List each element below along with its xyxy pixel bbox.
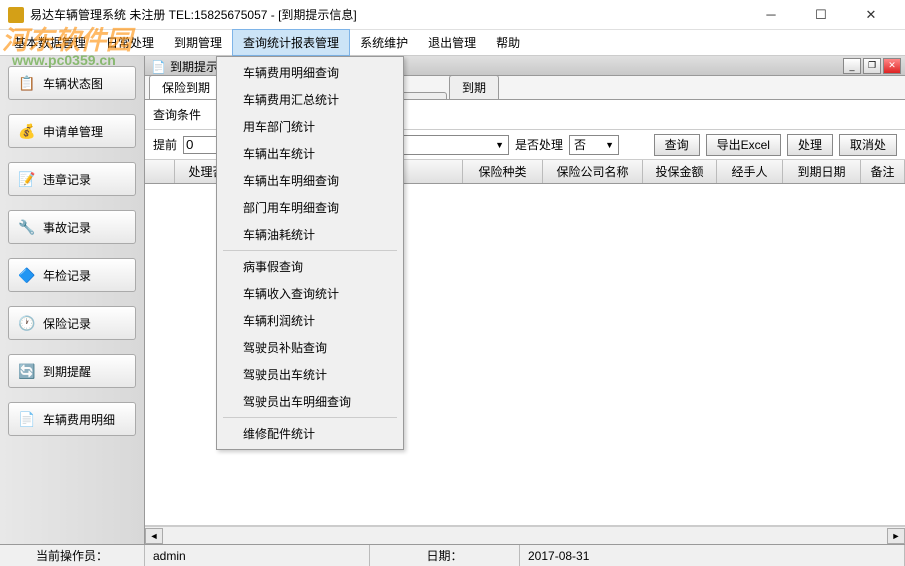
process-button[interactable]: 处理: [787, 134, 833, 156]
menu-vehicle-dispatch-detail[interactable]: 车辆出车明细查询: [219, 167, 401, 194]
menu-sick-leave[interactable]: 病事假查询: [219, 253, 401, 280]
note-icon: 📝: [17, 169, 37, 189]
query-button[interactable]: 查询: [654, 134, 700, 156]
menu-driver-dispatch-detail[interactable]: 驾驶员出车明细查询: [219, 388, 401, 415]
close-button[interactable]: ✕: [855, 3, 887, 27]
sidebar-inspection[interactable]: 🔷年检记录: [8, 258, 136, 292]
menu-report-mgmt[interactable]: 查询统计报表管理: [232, 29, 350, 56]
menu-fuel-stats[interactable]: 车辆油耗统计: [219, 221, 401, 248]
clock-icon: 🕐: [17, 313, 37, 333]
child-window-title: 📄 到期提示: [151, 58, 218, 75]
sidebar: 📋车辆状态图 💰申请单管理 📝违章记录 🔧事故记录 🔷年检记录 🕐保险记录 🔄到…: [0, 56, 145, 544]
handled-combo[interactable]: 否▼: [569, 135, 619, 155]
mdi-minimize[interactable]: _: [843, 58, 861, 74]
chevron-down-icon: ▼: [605, 140, 614, 150]
operator-value: admin: [145, 545, 370, 566]
mdi-close[interactable]: ✕: [883, 58, 901, 74]
date-value: 2017-08-31: [520, 545, 905, 566]
sidebar-violation[interactable]: 📝违章记录: [8, 162, 136, 196]
app-icon: [8, 7, 24, 23]
doc-icon: 📄: [17, 409, 37, 429]
menu-vehicle-cost-detail[interactable]: 车辆费用明细查询: [219, 59, 401, 86]
statusbar: 当前操作员： admin 日期： 2017-08-31: [0, 544, 905, 566]
menu-driver-subsidy[interactable]: 驾驶员补贴查询: [219, 334, 401, 361]
advance-label: 提前: [153, 136, 177, 153]
scroll-right-icon[interactable]: ►: [887, 528, 905, 544]
menubar: 基本数据管理 日常处理 到期管理 查询统计报表管理 系统维护 退出管理 帮助: [0, 30, 905, 56]
menu-driver-dispatch-stats[interactable]: 驾驶员出车统计: [219, 361, 401, 388]
th-company[interactable]: 保险公司名称: [543, 160, 643, 183]
export-button[interactable]: 导出Excel: [706, 134, 781, 156]
menu-expiry[interactable]: 到期管理: [164, 30, 232, 55]
th-amount[interactable]: 投保金额: [643, 160, 717, 183]
date-label: 日期：: [370, 545, 520, 566]
minimize-button[interactable]: ─: [755, 3, 787, 27]
menu-daily-process[interactable]: 日常处理: [96, 30, 164, 55]
dropdown-menu: 车辆费用明细查询 车辆费用汇总统计 用车部门统计 车辆出车统计 车辆出车明细查询…: [216, 56, 404, 450]
cancel-button[interactable]: 取消处: [839, 134, 897, 156]
maximize-button[interactable]: ☐: [805, 3, 837, 27]
menu-basic-data[interactable]: 基本数据管理: [4, 30, 96, 55]
menu-vehicle-dispatch-stats[interactable]: 车辆出车统计: [219, 140, 401, 167]
window-title: 易达车辆管理系统 未注册 TEL:15825675057 - [到期提示信息]: [30, 6, 357, 23]
sidebar-reminder[interactable]: 🔄到期提醒: [8, 354, 136, 388]
th-type[interactable]: 保险种类: [463, 160, 543, 183]
th-expiry[interactable]: 到期日期: [783, 160, 861, 183]
refresh-icon: 🔄: [17, 361, 37, 381]
handled-label: 是否处理: [515, 136, 563, 153]
tab-expiry[interactable]: 到期: [449, 75, 499, 99]
menu-income-stats[interactable]: 车辆收入查询统计: [219, 280, 401, 307]
folder-icon: 📋: [17, 73, 37, 93]
sidebar-application[interactable]: 💰申请单管理: [8, 114, 136, 148]
chevron-down-icon: ▼: [495, 140, 504, 150]
menu-dept-stats[interactable]: 用车部门统计: [219, 113, 401, 140]
menu-repair-parts[interactable]: 维修配件统计: [219, 420, 401, 447]
th-check[interactable]: [145, 160, 175, 183]
th-remark[interactable]: 备注: [861, 160, 905, 183]
mdi-restore[interactable]: ❐: [863, 58, 881, 74]
menu-exit[interactable]: 退出管理: [418, 30, 486, 55]
horizontal-scrollbar[interactable]: ◄ ►: [145, 526, 905, 544]
doc-icon: 📄: [151, 60, 166, 74]
operator-label: 当前操作员：: [0, 545, 145, 566]
menu-profit-stats[interactable]: 车辆利润统计: [219, 307, 401, 334]
tab-insurance-expiry[interactable]: 保险到期: [149, 75, 223, 99]
th-blank3[interactable]: [399, 160, 463, 183]
menu-system[interactable]: 系统维护: [350, 30, 418, 55]
query-label: 查询条件: [153, 106, 201, 123]
window-controls: ─ ☐ ✕: [755, 3, 897, 27]
wrench-icon: 🔧: [17, 217, 37, 237]
menu-separator: [223, 250, 397, 251]
sidebar-accident[interactable]: 🔧事故记录: [8, 210, 136, 244]
menu-separator-2: [223, 417, 397, 418]
menu-vehicle-cost-summary[interactable]: 车辆费用汇总统计: [219, 86, 401, 113]
sidebar-vehicle-status[interactable]: 📋车辆状态图: [8, 66, 136, 100]
scroll-left-icon[interactable]: ◄: [145, 528, 163, 544]
money-icon: 💰: [17, 121, 37, 141]
sidebar-cost-detail[interactable]: 📄车辆费用明细: [8, 402, 136, 436]
diamond-icon: 🔷: [17, 265, 37, 285]
titlebar: 易达车辆管理系统 未注册 TEL:15825675057 - [到期提示信息] …: [0, 0, 905, 30]
th-handler[interactable]: 经手人: [717, 160, 783, 183]
menu-dept-vehicle-detail[interactable]: 部门用车明细查询: [219, 194, 401, 221]
sidebar-insurance[interactable]: 🕐保险记录: [8, 306, 136, 340]
menu-help[interactable]: 帮助: [486, 30, 530, 55]
